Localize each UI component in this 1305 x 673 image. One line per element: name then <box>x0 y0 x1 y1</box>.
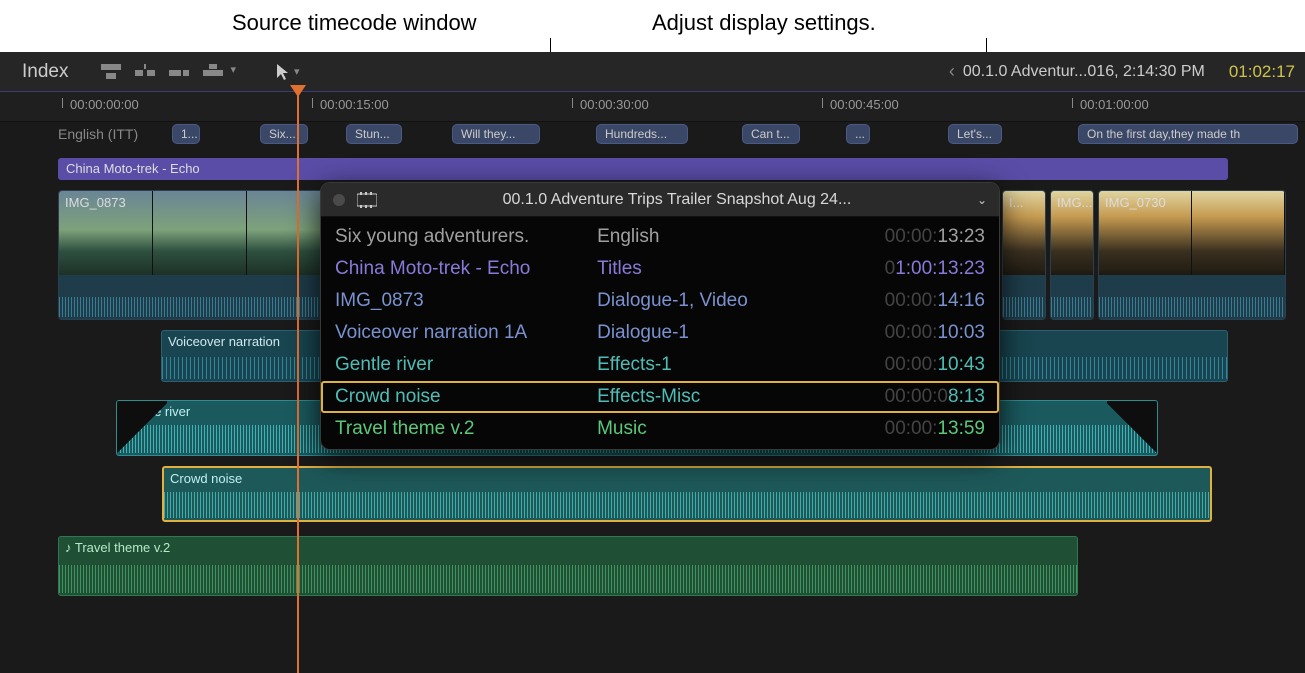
clip-audio-lane <box>1003 275 1045 319</box>
caption-chip[interactable]: On the first day,they made th <box>1078 124 1298 144</box>
annotation-layer: Source timecode window Adjust display se… <box>0 0 1305 52</box>
video-clip[interactable]: I... <box>1002 190 1046 320</box>
clip-audio-lane <box>1051 275 1093 319</box>
stc-role: Titles <box>597 254 807 284</box>
index-button[interactable]: Index <box>0 61 90 83</box>
waveform <box>59 565 1077 593</box>
stc-role: Dialogue-1 <box>597 318 807 348</box>
ruler-tick: 00:00:45:00 <box>830 97 899 112</box>
timeline-app: Index ▾ ▾ ‹ 00.1.0 Adventur...016, 2:14:… <box>0 52 1305 673</box>
project-title[interactable]: 00.1.0 Adventur...016, 2:14:30 PM <box>963 63 1205 81</box>
stc-role: Music <box>597 414 807 444</box>
travel-theme-clip[interactable]: Travel theme v.2 <box>58 536 1078 596</box>
captions-lane: English (ITT) 1... Six... Stun... Will they… <box>0 122 1305 148</box>
video-clip-label: I... <box>1009 195 1023 210</box>
waveform <box>1003 297 1045 317</box>
caption-chip[interactable]: ... <box>846 124 870 144</box>
caption-chip[interactable]: Hundreds... <box>596 124 688 144</box>
ruler-tick: 00:01:00:00 <box>1080 97 1149 112</box>
voiceover-clip-label: Voiceover narration <box>168 334 280 349</box>
annotation-adjust-settings: Adjust display settings. <box>652 10 876 36</box>
stc-clip-name: Six young adventurers. <box>335 222 597 252</box>
pointer-tool[interactable]: ▾ <box>276 63 300 81</box>
source-timecode-body: Six young adventurers.English00:00:13:23… <box>321 217 999 449</box>
stc-clip-name: IMG_0873 <box>335 286 597 316</box>
caption-chip[interactable]: Six... <box>260 124 308 144</box>
video-clip-label: IMG_0873 <box>65 195 126 210</box>
waveform <box>1051 297 1093 317</box>
waveform <box>164 492 1210 518</box>
source-timecode-title: 00.1.0 Adventure Trips Trailer Snapshot … <box>389 191 965 209</box>
source-timecode-window[interactable]: 00.1.0 Adventure Trips Trailer Snapshot … <box>320 182 1000 450</box>
insert-clip-icon[interactable] <box>134 63 156 81</box>
title-clip-label: China Moto-trek - Echo <box>66 161 200 176</box>
chevron-down-icon[interactable]: ▾ <box>230 63 236 81</box>
playhead[interactable] <box>297 92 299 673</box>
close-icon[interactable] <box>333 194 345 206</box>
crowd-noise-clip[interactable]: Crowd noise <box>162 466 1212 522</box>
chevron-down-icon: ▾ <box>294 65 300 78</box>
timeline-history-back[interactable]: ‹ <box>941 61 963 82</box>
stc-timecode: 00:00:13:23 <box>807 222 985 252</box>
ruler-tick: 00:00:30:00 <box>580 97 649 112</box>
ruler-tick: 00:00:15:00 <box>320 97 389 112</box>
stc-timecode: 00:00:10:43 <box>807 350 985 380</box>
ruler-tick: 00:00:00:00 <box>70 97 139 112</box>
stc-role: Effects-Misc <box>597 382 807 412</box>
video-clip[interactable]: IMG_0730 <box>1098 190 1286 320</box>
caption-chip[interactable]: Can t... <box>742 124 800 144</box>
stc-timecode: 00:00:14:16 <box>807 286 985 316</box>
caption-chip[interactable]: Let's... <box>948 124 1002 144</box>
layout-icon-group: ▾ <box>100 63 236 81</box>
video-clip-label: IMG_0730 <box>1105 195 1166 210</box>
source-timecode-row[interactable]: Travel theme v.2Music00:00:13:59 <box>321 413 999 445</box>
stc-clip-name: Gentle river <box>335 350 597 380</box>
stc-timecode: 01:00:13:23 <box>807 254 985 284</box>
title-clip[interactable]: China Moto-trek - Echo <box>58 158 1228 180</box>
stc-clip-name: Crowd noise <box>335 382 597 412</box>
source-timecode-row[interactable]: Crowd noiseEffects-Misc00:00:08:13 <box>321 381 999 413</box>
clip-audio-lane <box>1099 275 1285 319</box>
stc-role: Effects-1 <box>597 350 807 380</box>
waveform <box>1099 297 1285 317</box>
source-timecode-row[interactable]: Gentle riverEffects-100:00:10:43 <box>321 349 999 381</box>
timeline-toolbar: Index ▾ ▾ ‹ 00.1.0 Adventur...016, 2:14:… <box>0 52 1305 92</box>
chevron-down-icon: ⌄ <box>977 193 987 207</box>
stc-role: Dialogue-1, Video <box>597 286 807 316</box>
stc-clip-name: China Moto-trek - Echo <box>335 254 597 284</box>
overwrite-clip-icon[interactable] <box>202 63 224 81</box>
annotation-source-timecode: Source timecode window <box>232 10 477 36</box>
travel-theme-label: Travel theme v.2 <box>65 540 170 555</box>
fade-handle-right[interactable] <box>1107 401 1157 455</box>
video-clip[interactable]: IMG... <box>1050 190 1094 320</box>
stc-clip-name: Travel theme v.2 <box>335 414 597 444</box>
caption-language-label: English (ITT) <box>58 126 138 142</box>
timeline-ruler[interactable]: 00:00:00:00 00:00:15:00 00:00:30:00 00:00:4… <box>0 92 1305 122</box>
stc-timecode: 00:00:08:13 <box>807 382 985 412</box>
source-timecode-row[interactable]: China Moto-trek - EchoTitles01:00:13:23 <box>321 253 999 285</box>
source-timecode-row[interactable]: IMG_0873Dialogue-1, Video00:00:14:16 <box>321 285 999 317</box>
stc-timecode: 00:00:10:03 <box>807 318 985 348</box>
caption-chip[interactable]: Stun... <box>346 124 402 144</box>
stc-timecode: 00:00:13:59 <box>807 414 985 444</box>
project-timecode[interactable]: 01:02:17 <box>1205 62 1305 82</box>
append-clip-icon[interactable] <box>168 63 190 81</box>
crowd-noise-label: Crowd noise <box>170 471 242 486</box>
caption-chip[interactable]: 1... <box>172 124 200 144</box>
caption-chip[interactable]: Will they... <box>452 124 540 144</box>
filmstrip-icon <box>357 192 377 208</box>
source-timecode-row[interactable]: Six young adventurers.English00:00:13:23 <box>321 221 999 253</box>
fade-handle-left[interactable] <box>117 401 167 455</box>
video-clip-label: IMG... <box>1057 195 1092 210</box>
display-settings-button[interactable]: ⌄ <box>977 193 987 207</box>
source-timecode-header[interactable]: 00.1.0 Adventure Trips Trailer Snapshot … <box>321 183 999 217</box>
stc-role: English <box>597 222 807 252</box>
source-timecode-row[interactable]: Voiceover narration 1ADialogue-100:00:10… <box>321 317 999 349</box>
connect-clip-icon[interactable] <box>100 63 122 81</box>
stc-clip-name: Voiceover narration 1A <box>335 318 597 348</box>
